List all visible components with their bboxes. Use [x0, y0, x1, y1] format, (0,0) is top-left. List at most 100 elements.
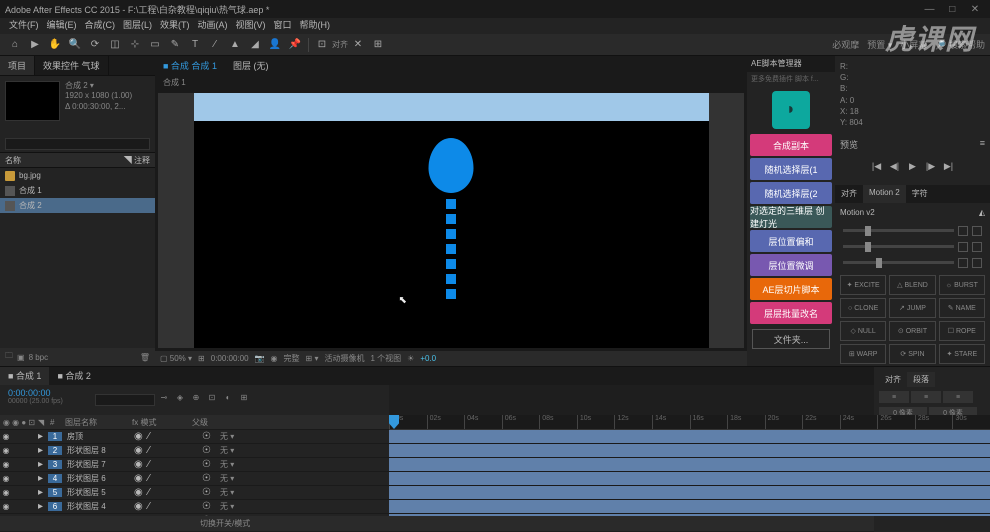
tl-tool-icon[interactable]: ⊡: [205, 393, 219, 407]
motion-action-button[interactable]: ↗ JUMP: [889, 298, 935, 318]
close-button[interactable]: ✕: [965, 4, 985, 15]
menu-item[interactable]: 效果(T): [156, 18, 194, 34]
parent-dropdown[interactable]: 无 ▾: [216, 501, 234, 512]
script-button[interactable]: AE层切片脚本: [750, 278, 832, 300]
time-display[interactable]: 0:00:00:00: [211, 354, 249, 363]
visibility-icon[interactable]: ◉: [0, 432, 12, 441]
project-search[interactable]: [5, 138, 150, 150]
script-button[interactable]: 对选定的三维层 创建灯光: [750, 206, 832, 228]
channel-icon[interactable]: ◉: [271, 354, 278, 363]
checkbox[interactable]: [958, 226, 968, 236]
script-button[interactable]: 层位置偏和: [750, 230, 832, 252]
maximize-button[interactable]: □: [942, 4, 962, 15]
grid-icon[interactable]: ⊞ ▾: [306, 354, 319, 363]
timecode[interactable]: 0:00:00:00 00000 (25.00 fps): [0, 385, 90, 415]
tab-comp[interactable]: ■ 合成 合成 1: [155, 56, 225, 75]
visibility-icon[interactable]: ◉: [0, 446, 12, 455]
motion-tab[interactable]: 对齐: [835, 185, 863, 203]
paragraph-tab[interactable]: 对齐: [879, 372, 907, 387]
exposure-icon[interactable]: ☀: [407, 354, 414, 363]
menu-item[interactable]: 动画(A): [194, 18, 232, 34]
zoom-tool[interactable]: 🔍: [67, 37, 83, 53]
align-center-icon[interactable]: ≡: [911, 391, 941, 403]
tab-effects[interactable]: 效果控件 气球: [35, 56, 109, 75]
checkbox[interactable]: [972, 226, 982, 236]
layer-name[interactable]: 形状图层 4: [64, 501, 134, 512]
tl-tool-icon[interactable]: ⊕: [189, 393, 203, 407]
project-item[interactable]: 合成 2: [0, 198, 155, 213]
time-ruler[interactable]: 00s02s04s06s08s10s12s14s16s18s20s22s24s2…: [389, 415, 990, 430]
align-left-icon[interactable]: ≡: [879, 391, 909, 403]
brush-tool[interactable]: ⁄: [207, 37, 223, 53]
canvas[interactable]: ⬉: [194, 93, 709, 348]
text-tool[interactable]: T: [187, 37, 203, 53]
motion-action-button[interactable]: ⊞ WARP: [840, 344, 886, 364]
snap-opt2[interactable]: ⊞: [370, 37, 386, 53]
visibility-icon[interactable]: ◉: [0, 474, 12, 483]
motion-action-button[interactable]: ✦ EXCITE: [840, 275, 886, 295]
tl-tool-icon[interactable]: ◈: [173, 393, 187, 407]
snap-toggle[interactable]: ⊡: [314, 37, 330, 53]
puppet-tool[interactable]: 📌: [287, 37, 303, 53]
menu-item[interactable]: 图层(L): [119, 18, 156, 34]
camera-dropdown[interactable]: 活动摄像机: [324, 353, 364, 364]
rect-tool[interactable]: ▭: [147, 37, 163, 53]
tab-layer[interactable]: 图层 (无): [225, 56, 277, 75]
layer-row[interactable]: ◉▸4形状图层 6◉⁄☉无 ▾: [0, 472, 389, 486]
layer-bar[interactable]: [389, 472, 990, 485]
minimize-button[interactable]: —: [919, 4, 939, 15]
project-item[interactable]: bg.jpg: [0, 168, 155, 183]
parent-dropdown[interactable]: 无 ▾: [216, 487, 234, 498]
roto-tool[interactable]: 👤: [267, 37, 283, 53]
script-button[interactable]: 层层批量改名: [750, 302, 832, 324]
motion-tab[interactable]: 字符: [906, 185, 934, 203]
next-frame-button[interactable]: |▶: [924, 161, 938, 175]
checkbox[interactable]: [958, 242, 968, 252]
menu-item[interactable]: 文件(F): [5, 18, 43, 34]
motion-action-button[interactable]: ○ CLONE: [840, 298, 886, 318]
rope-dot[interactable]: [446, 199, 456, 209]
tab-project[interactable]: 项目: [0, 56, 35, 75]
selection-tool[interactable]: ▶: [27, 37, 43, 53]
motion-tab[interactable]: Motion 2: [863, 185, 906, 203]
motion-action-button[interactable]: ◇ NULL: [840, 321, 886, 341]
toggle-switches[interactable]: 切换开关/模式: [200, 518, 250, 529]
camera-tool[interactable]: ◫: [107, 37, 123, 53]
resolution-icon[interactable]: ⊞: [198, 354, 205, 363]
visibility-icon[interactable]: ◉: [0, 502, 12, 511]
menu-item[interactable]: 帮助(H): [296, 18, 335, 34]
anchor-tool[interactable]: ⊹: [127, 37, 143, 53]
timeline-tab-1[interactable]: ■ 合成 1: [0, 367, 49, 385]
layer-bar[interactable]: [389, 500, 990, 513]
layer-name[interactable]: 形状图层 7: [64, 459, 134, 470]
visibility-icon[interactable]: ◉: [0, 488, 12, 497]
new-comp-icon[interactable]: ▣: [17, 353, 25, 362]
pen-tool[interactable]: ✎: [167, 37, 183, 53]
prev-frame-button[interactable]: ◀|: [888, 161, 902, 175]
layer-bar[interactable]: [389, 430, 990, 443]
hand-tool[interactable]: ✋: [47, 37, 63, 53]
rope-dot[interactable]: [446, 274, 456, 284]
home-icon[interactable]: ⌂: [7, 37, 23, 53]
layer-row[interactable]: ◉▸6形状图层 4◉⁄☉无 ▾: [0, 500, 389, 514]
slider-3[interactable]: [843, 261, 954, 264]
first-frame-button[interactable]: |◀: [870, 161, 884, 175]
res-dropdown[interactable]: 完整: [284, 353, 300, 364]
menu-item[interactable]: 窗口: [270, 18, 296, 34]
motion-action-button[interactable]: ☐ ROPE: [939, 321, 985, 341]
motion-action-button[interactable]: ⊙ ORBIT: [889, 321, 935, 341]
motion-action-button[interactable]: ☼ BURST: [939, 275, 985, 295]
viewer[interactable]: ⬉: [158, 93, 744, 348]
layer-bar[interactable]: [389, 444, 990, 457]
stamp-tool[interactable]: ▲: [227, 37, 243, 53]
menu-item[interactable]: 编辑(E): [43, 18, 81, 34]
checkbox[interactable]: [972, 258, 982, 268]
menu-item[interactable]: 合成(C): [81, 18, 120, 34]
parent-dropdown[interactable]: 无 ▾: [216, 459, 234, 470]
rope-dot[interactable]: [446, 289, 456, 299]
layer-row[interactable]: ◉▸5形状图层 5◉⁄☉无 ▾: [0, 486, 389, 500]
trash-icon[interactable]: 🗑: [140, 353, 150, 362]
tl-tool-icon[interactable]: ⊞: [237, 393, 251, 407]
layer-row[interactable]: ◉▸1房顶◉⁄☉无 ▾: [0, 430, 389, 444]
eraser-tool[interactable]: ◢: [247, 37, 263, 53]
